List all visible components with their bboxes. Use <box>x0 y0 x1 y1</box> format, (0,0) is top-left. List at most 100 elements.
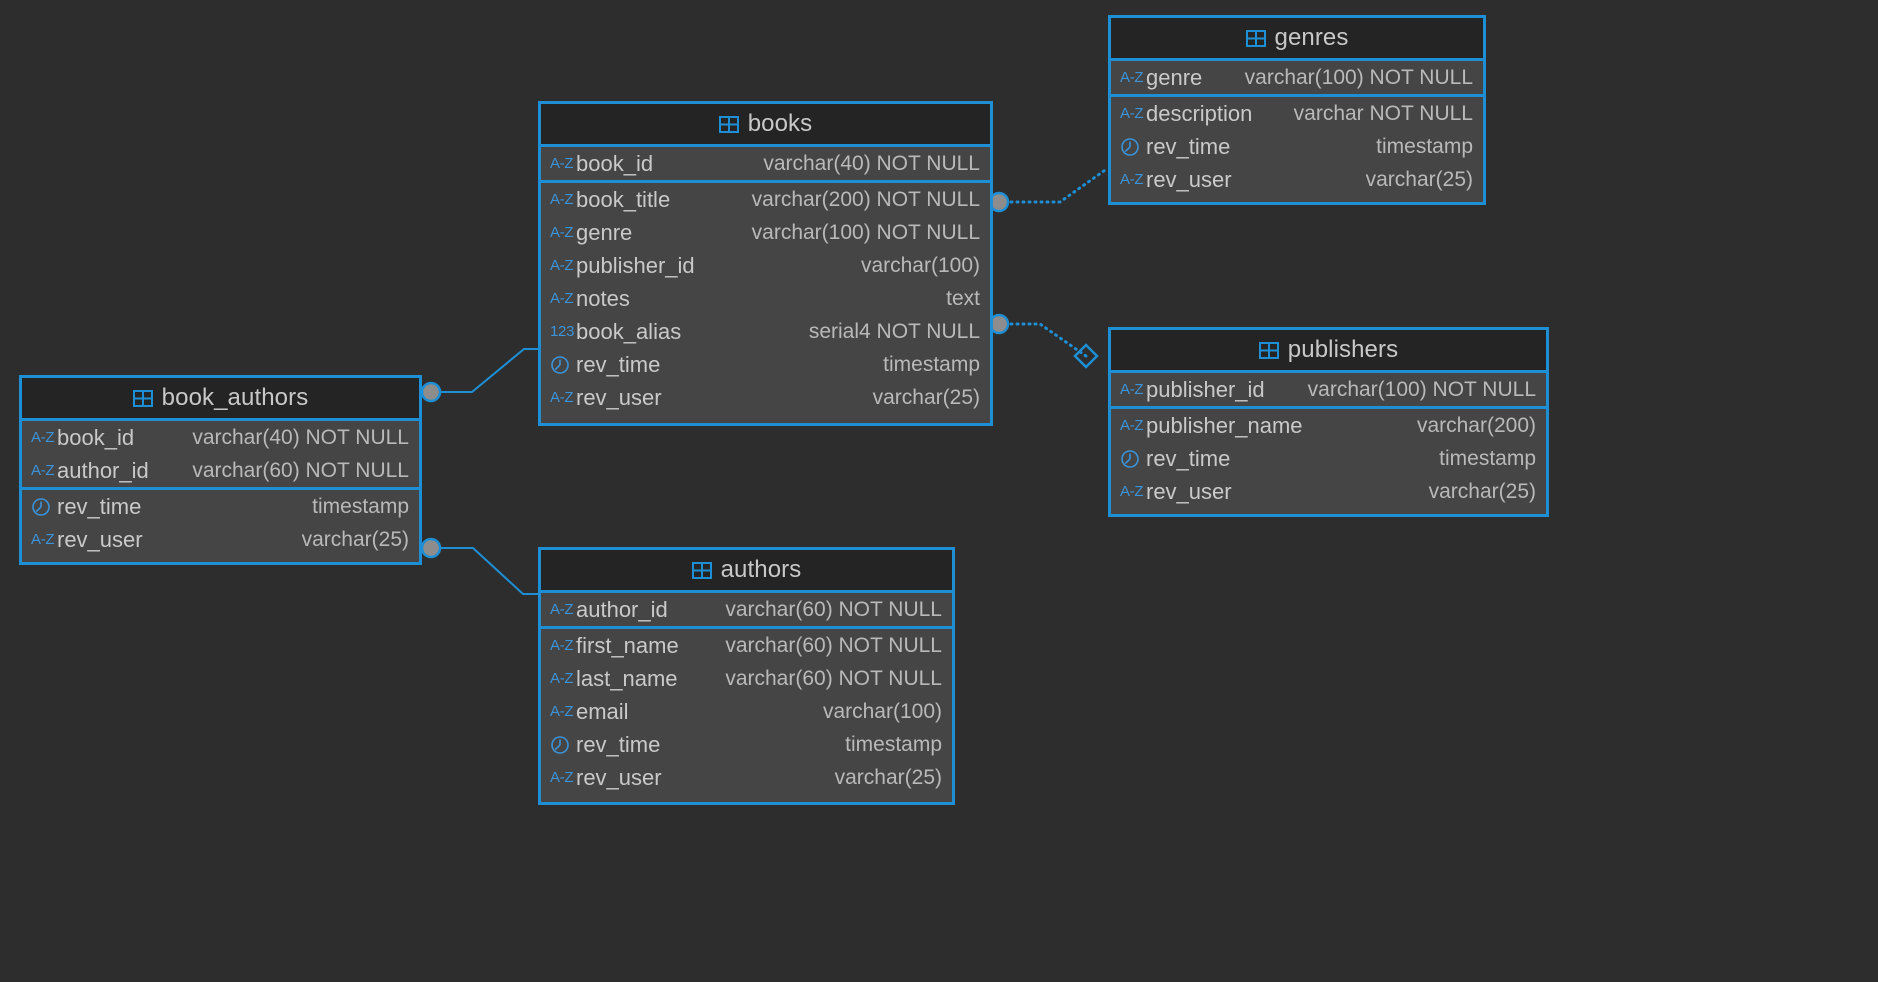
column-row[interactable]: A-Z rev_user varchar(25) <box>541 761 952 794</box>
relationship-books-publishers[interactable] <box>988 313 1099 369</box>
primary-key-group: A-Z book_id varchar(40) NOT NULL <box>541 147 990 183</box>
column-row[interactable]: rev_time timestamp <box>1111 442 1546 475</box>
column-row[interactable]: A-Z publisher_id varchar(100) <box>541 249 990 282</box>
entity-publishers[interactable]: publishers A-Z publisher_id varchar(100) NO… <box>1108 327 1549 517</box>
column-row[interactable]: A-Z author_id varchar(60) NOT NULL <box>541 593 952 626</box>
az-icon: A-Z <box>31 429 55 446</box>
entity-title: genres <box>1274 24 1349 51</box>
column-type: varchar(100) NOT NULL <box>1244 65 1473 89</box>
entity-header-book_authors[interactable]: book_authors <box>22 378 419 421</box>
column-name: author_id <box>57 457 149 483</box>
column-row[interactable]: A-Z genre varchar(100) NOT NULL <box>1111 61 1483 94</box>
column-name: book_alias <box>576 318 682 344</box>
column-row[interactable]: A-Z email varchar(100) <box>541 695 952 728</box>
column-row[interactable]: A-Z publisher_name varchar(200) <box>1111 409 1546 442</box>
clock-icon <box>550 735 576 755</box>
column-type: varchar(25) <box>301 527 409 551</box>
column-row[interactable]: rev_time timestamp <box>1111 130 1483 163</box>
relationship-line <box>431 547 538 595</box>
entity-header-genres[interactable]: genres <box>1111 18 1483 61</box>
clock-icon <box>1120 137 1146 157</box>
relationship-books-genres[interactable] <box>988 166 1110 213</box>
column-name: last_name <box>576 665 678 691</box>
column-row[interactable]: rev_time timestamp <box>541 348 990 381</box>
column-name: rev_time <box>576 731 661 757</box>
entity-header-authors[interactable]: authors <box>541 550 952 593</box>
primary-key-group: A-Z book_id varchar(40) NOT NULL A-Z author_… <box>22 421 419 490</box>
relationship-book_authors-authors[interactable] <box>420 537 538 595</box>
az-icon: A-Z <box>550 601 574 618</box>
entity-books[interactable]: books A-Z book_id varchar(40) NOT NULL A-Z bo… <box>538 101 993 426</box>
relationship-line <box>431 348 538 393</box>
column-row[interactable]: A-Z rev_user varchar(25) <box>1111 163 1483 196</box>
entity-book_authors[interactable]: book_authors A-Z book_id varchar(40) NOT NU… <box>19 375 422 565</box>
column-name: rev_time <box>57 493 142 519</box>
number-icon: 123 <box>550 323 575 340</box>
column-name: publisher_id <box>1146 376 1265 402</box>
az-icon: A-Z <box>1120 105 1144 122</box>
column-row[interactable]: A-Z genre varchar(100) NOT NULL <box>541 216 990 249</box>
entity-genres[interactable]: genres A-Z genre varchar(100) NOT NULL A-Z de… <box>1108 15 1486 205</box>
entity-title: publishers <box>1287 336 1399 363</box>
column-row[interactable]: A-Z rev_user varchar(25) <box>541 381 990 414</box>
entity-title: books <box>747 110 813 137</box>
table-icon <box>691 561 712 579</box>
clock-icon <box>31 497 57 517</box>
column-row[interactable]: A-Z rev_user varchar(25) <box>22 523 419 556</box>
az-icon: A-Z <box>1120 483 1144 500</box>
column-type: timestamp <box>1376 134 1473 158</box>
column-name: description <box>1146 100 1253 126</box>
clock-icon <box>1120 449 1146 469</box>
column-type: varchar NOT NULL <box>1293 101 1473 125</box>
az-icon: A-Z <box>1120 171 1144 188</box>
clock-icon <box>550 355 576 375</box>
relationship-endpoint-diamond <box>1073 343 1099 369</box>
column-name: notes <box>576 285 630 311</box>
column-row[interactable]: A-Z author_id varchar(60) NOT NULL <box>22 454 419 487</box>
column-group: A-Z description varchar NOT NULL rev_time ti… <box>1111 97 1483 196</box>
column-type: varchar(40) NOT NULL <box>192 425 409 449</box>
az-icon: A-Z <box>550 637 574 654</box>
column-row[interactable]: rev_time timestamp <box>541 728 952 761</box>
table-icon <box>718 115 739 133</box>
column-name: rev_user <box>576 384 662 410</box>
az-icon: A-Z <box>550 769 574 786</box>
column-name: rev_user <box>576 764 662 790</box>
column-row[interactable]: A-Z first_name varchar(60) NOT NULL <box>541 629 952 662</box>
entity-header-publishers[interactable]: publishers <box>1111 330 1546 373</box>
column-row[interactable]: A-Z book_title varchar(200) NOT NULL <box>541 183 990 216</box>
az-icon: A-Z <box>550 389 574 406</box>
az-icon: A-Z <box>550 670 574 687</box>
column-name: author_id <box>576 596 668 622</box>
column-name: genre <box>576 219 633 245</box>
az-icon: A-Z <box>550 257 574 274</box>
column-row[interactable]: A-Z book_id varchar(40) NOT NULL <box>22 421 419 454</box>
column-row[interactable]: A-Z description varchar NOT NULL <box>1111 97 1483 130</box>
column-type: varchar(100) <box>860 253 980 277</box>
entity-authors[interactable]: authors A-Z author_id varchar(60) NOT NULL A… <box>538 547 955 805</box>
column-type: varchar(200) <box>1416 413 1536 437</box>
column-row[interactable]: A-Z last_name varchar(60) NOT NULL <box>541 662 952 695</box>
az-icon: A-Z <box>31 531 55 548</box>
column-row[interactable]: 123 book_alias serial4 NOT NULL <box>541 315 990 348</box>
column-type: varchar(60) NOT NULL <box>192 458 409 482</box>
column-type: varchar(25) <box>1428 479 1536 503</box>
entity-title: authors <box>720 556 802 583</box>
er-diagram-canvas[interactable]: books A-Z book_id varchar(40) NOT NULL A-Z bo… <box>0 0 1878 982</box>
column-type: varchar(25) <box>872 385 980 409</box>
column-type: text <box>946 286 980 310</box>
column-type: varchar(40) NOT NULL <box>763 151 980 175</box>
column-group: A-Z publisher_name varchar(200) rev_time tim… <box>1111 409 1546 508</box>
column-row[interactable]: A-Z publisher_id varchar(100) NOT NULL <box>1111 373 1546 406</box>
relationship-line <box>997 166 1110 204</box>
column-row[interactable]: A-Z book_id varchar(40) NOT NULL <box>541 147 990 180</box>
column-row[interactable]: rev_time timestamp <box>22 490 419 523</box>
column-row[interactable]: A-Z rev_user varchar(25) <box>1111 475 1546 508</box>
column-type: timestamp <box>312 494 409 518</box>
column-name: rev_user <box>1146 478 1232 504</box>
relationship-book_authors-books[interactable] <box>420 348 538 403</box>
entity-header-books[interactable]: books <box>541 104 990 147</box>
column-row[interactable]: A-Z notes text <box>541 282 990 315</box>
column-type: varchar(25) <box>834 765 942 789</box>
relationship-line <box>997 322 1088 358</box>
